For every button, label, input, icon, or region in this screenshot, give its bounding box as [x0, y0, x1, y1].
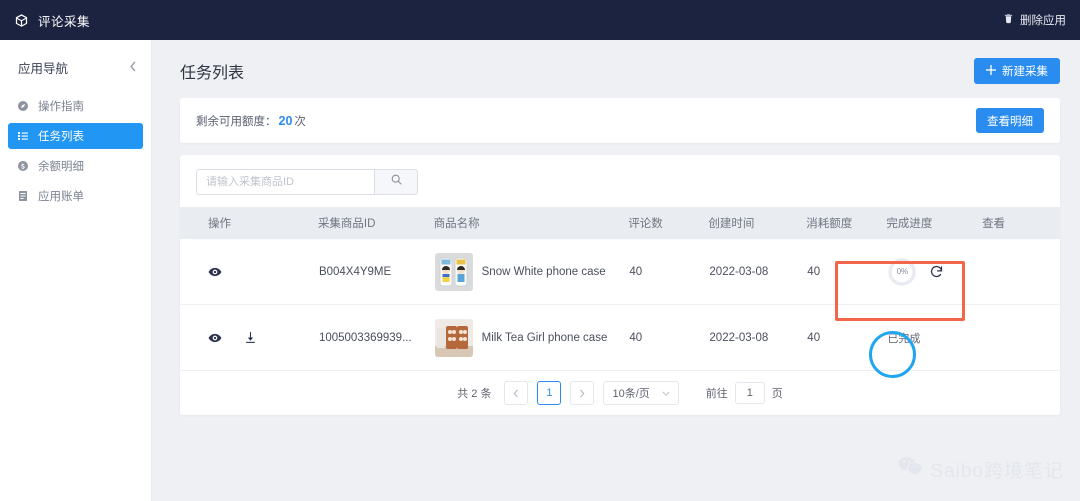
table-row: B004X4Y9ME Snow White phone case 40 2022…	[180, 239, 1060, 305]
list-icon	[16, 130, 29, 143]
column-header-progress: 完成进度	[886, 207, 983, 239]
milk-tea-girl-phone-case-thumbnail	[434, 318, 473, 357]
sidebar-item-guide[interactable]: 操作指南	[8, 93, 143, 119]
column-header-product-name: 商品名称	[433, 207, 629, 239]
compass-icon	[16, 100, 29, 113]
top-bar: 评论采集 删除应用	[0, 0, 1080, 40]
view-detail-button[interactable]: 查看明细	[976, 108, 1044, 133]
wechat-icon	[898, 456, 922, 483]
column-header-operation: 操作	[180, 207, 318, 239]
main-content: 任务列表 新建采集 剩余可用额度： 20 次 查看明细 请输入采集商品ID 操作…	[152, 40, 1080, 501]
search-icon	[390, 173, 403, 191]
table-header-row: 操作 采集商品ID 商品名称 评论数 创建时间 消耗额度 完成进度 查看	[180, 207, 1060, 239]
column-header-view: 查看	[982, 207, 1060, 239]
sidebar-item-bill[interactable]: 应用账单	[8, 183, 143, 209]
table-body: B004X4Y9ME Snow White phone case 40 2022…	[180, 239, 1060, 371]
search-row	[180, 155, 1060, 207]
cell-create-time: 2022-03-08	[708, 239, 807, 305]
progress-percent: 0%	[896, 267, 909, 276]
sidebar-item-label: 余额明细	[38, 161, 84, 173]
app-title: 评论采集	[38, 14, 91, 29]
cube-icon	[14, 13, 29, 28]
quota-unit: 次	[294, 115, 306, 128]
table-head: 操作 采集商品ID 商品名称 评论数 创建时间 消耗额度 完成进度 查看	[180, 207, 1060, 239]
sidebar: 应用导航 操作指南 任务列表 余额明细 应用账单	[0, 40, 152, 501]
column-header-product-id: 采集商品ID	[317, 207, 434, 239]
body: 应用导航 操作指南 任务列表 余额明细 应用账单 任务列表 新建采集 剩余可用额…	[0, 40, 1080, 501]
sidebar-title: 应用导航	[18, 62, 69, 76]
pagination: 共 2 条 1 10条/页 前往 1 页	[180, 371, 1060, 415]
cell-progress: 已完成	[886, 304, 983, 371]
pagination-prev-button[interactable]	[504, 381, 529, 405]
pagination-next-button[interactable]	[570, 381, 595, 405]
jump-page-input[interactable]	[734, 382, 765, 404]
plus-icon	[986, 64, 996, 78]
coin-icon	[16, 160, 29, 173]
cell-product-name: Snow White phone case	[433, 239, 629, 305]
pagination-total: 共 2 条	[457, 388, 492, 400]
watermark-text: Saibo跨境笔记	[930, 461, 1064, 482]
status-badge: 已完成	[887, 332, 921, 345]
eye-icon[interactable]	[208, 331, 222, 345]
jump-label: 前往	[705, 388, 728, 400]
sidebar-item-balance[interactable]: 余额明细	[8, 153, 143, 179]
cell-progress: 0%	[886, 239, 983, 305]
jump-unit: 页	[771, 388, 783, 400]
app-root: 评论采集 删除应用 应用导航 操作指南 任务列表 余额明细 应用账单 任务列表 …	[0, 0, 1080, 501]
download-icon[interactable]	[244, 331, 257, 344]
sidebar-item-label: 应用账单	[38, 191, 84, 203]
snow-white-phone-case-thumbnail	[434, 252, 473, 291]
document-icon	[16, 190, 29, 203]
progress-ring: 0%	[887, 257, 917, 287]
trash-icon	[1003, 11, 1014, 29]
chevron-down-icon	[662, 389, 670, 398]
sidebar-item-label: 任务列表	[38, 131, 84, 143]
cell-view	[982, 239, 1060, 305]
sidebar-item-task-list[interactable]: 任务列表	[8, 123, 143, 149]
cell-product-id: 1005003369939...	[317, 304, 434, 371]
cell-view	[982, 304, 1060, 371]
quota-label: 剩余可用额度：	[196, 115, 277, 128]
new-task-label: 新建采集	[1002, 66, 1048, 78]
quota-card: 剩余可用额度： 20 次 查看明细	[180, 98, 1060, 143]
watermark: Saibo跨境笔记	[898, 456, 1064, 483]
pagination-page-1[interactable]: 1	[537, 381, 562, 405]
pagination-jump: 前往 页	[706, 382, 783, 404]
product-name-text: Snow White phone case	[481, 265, 606, 278]
page-size-value: 10条/页	[612, 388, 650, 400]
cell-product-id: B004X4Y9ME	[317, 239, 434, 305]
task-table-card: 操作 采集商品ID 商品名称 评论数 创建时间 消耗额度 完成进度 查看	[180, 155, 1060, 415]
cell-used-quota: 40	[806, 239, 887, 305]
sidebar-item-label: 操作指南	[38, 101, 84, 113]
sidebar-header: 应用导航	[0, 50, 151, 89]
delete-app-label: 删除应用	[1020, 15, 1066, 27]
new-task-button[interactable]: 新建采集	[974, 58, 1060, 84]
search-box	[196, 169, 418, 195]
cell-product-name: Milk Tea Girl phone case	[433, 304, 629, 371]
quota-value: 20	[278, 113, 293, 128]
table-row: 1005003369939... Milk Tea Girl phone cas…	[180, 304, 1060, 371]
cell-operation	[180, 239, 318, 305]
task-table: 操作 采集商品ID 商品名称 评论数 创建时间 消耗额度 完成进度 查看 B00…	[180, 207, 1060, 371]
page-title: 任务列表	[180, 65, 245, 82]
eye-icon[interactable]	[208, 265, 222, 279]
brand: 评论采集	[14, 11, 90, 30]
cell-used-quota: 40	[806, 304, 887, 371]
cell-operation	[180, 304, 318, 371]
delete-app-button[interactable]: 删除应用	[1003, 11, 1066, 29]
product-name-text: Milk Tea Girl phone case	[481, 331, 608, 344]
cell-create-time: 2022-03-08	[708, 304, 807, 371]
search-input[interactable]	[196, 169, 374, 195]
column-header-review-count: 评论数	[628, 207, 709, 239]
page-header: 任务列表 新建采集	[180, 58, 1060, 84]
cell-review-count: 40	[628, 239, 709, 305]
search-button[interactable]	[374, 169, 418, 195]
column-header-used-quota: 消耗额度	[806, 207, 887, 239]
chevron-left-icon[interactable]	[129, 60, 137, 75]
column-header-create-time: 创建时间	[708, 207, 807, 239]
quota-text: 剩余可用额度： 20 次	[196, 113, 306, 129]
refresh-icon[interactable]	[929, 264, 944, 279]
page-size-select[interactable]: 10条/页	[603, 381, 679, 405]
cell-review-count: 40	[628, 304, 709, 371]
